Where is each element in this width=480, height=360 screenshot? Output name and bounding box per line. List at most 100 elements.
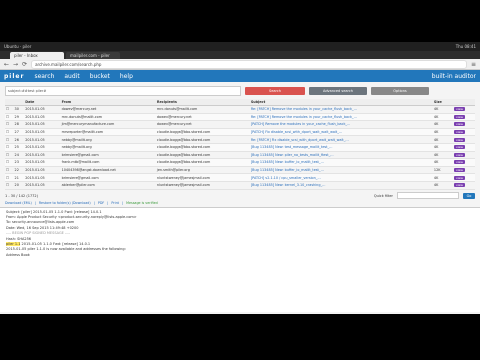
advanced-search-button[interactable]: Advanced search (309, 87, 367, 95)
view-button[interactable]: view (454, 107, 465, 112)
row-index: 28 (13, 120, 25, 129)
view-button[interactable]: view (454, 183, 465, 188)
table-row[interactable]: ☐ 28 2015.01.05 jim@mercurymanufacture.com d… (5, 120, 475, 129)
view-button[interactable]: view (454, 175, 465, 180)
row-from: ablerber@piler.com (60, 181, 156, 190)
row-recipients: dowev@mercury.net (155, 113, 250, 122)
row-subject[interactable]: [Bug 113485] New: buffer_io_mailit_test_… (249, 166, 433, 175)
table-row[interactable]: ☐ 29 2015.01.05 mrc.donuts@mailit.com dowev@… (5, 113, 475, 122)
table-row[interactable]: ☐ 24 2015.01.05 brimsiere@gmail.com cloudie.… (5, 151, 475, 160)
row-checkbox[interactable]: ☐ (5, 135, 14, 144)
row-date: 2015.01.05 (24, 120, 61, 129)
view-button[interactable]: view (454, 137, 465, 142)
tab-strip: piler - Inbox mailpiler.com - piler (0, 51, 480, 59)
row-view: view (453, 181, 475, 190)
msg-highlight: piler 1.1 (6, 241, 21, 246)
tab-mailpiler[interactable]: mailpiler.com - piler (66, 52, 120, 59)
search-input[interactable]: subject:##test piler# (5, 86, 241, 96)
restore-link[interactable]: Restore to folder(s) (Download) (39, 201, 91, 205)
row-view: view (453, 143, 475, 152)
quick-filter-input[interactable] (397, 192, 459, 200)
table-row[interactable]: ☐ 25 2015.01.05 rwbby@mailit.org cloudie.bog… (5, 143, 475, 152)
row-subject[interactable]: [PATCH] v2.1.10 / cpu_smaller_version_..… (249, 173, 433, 182)
row-from: jim@mercurymanufacture.com (60, 120, 156, 129)
row-view: view (453, 120, 475, 129)
row-recipients: nluntstweney@jamesjmail.com (155, 173, 250, 182)
view-button[interactable]: view (454, 122, 465, 127)
row-size: 4K (432, 105, 450, 114)
row-checkbox[interactable]: ☐ (5, 128, 14, 137)
forward-icon[interactable]: → (13, 61, 18, 68)
table-row[interactable]: ☐ 27 2015.01.05 mrsreporter@mailit.com cloud… (5, 128, 475, 137)
row-subject[interactable]: Re: [PATCH] Remove the modules in your_c… (249, 113, 433, 122)
view-button[interactable]: view (454, 152, 465, 157)
view-button[interactable]: view (454, 145, 465, 150)
row-from: mrc.donuts@mailit.com (60, 113, 156, 122)
table-row[interactable]: ☐ 22 2015.01.05 10404398@angst.download.net… (5, 166, 475, 175)
row-subject[interactable]: [Bug 113485] New: buffer_io_mailit_test_… (249, 158, 433, 167)
row-index: 20 (13, 181, 25, 190)
row-from: brimsiere@gmail.com (60, 173, 156, 182)
row-date: 2015.01.05 (24, 166, 61, 175)
row-checkbox[interactable]: ☐ (5, 181, 14, 190)
row-from: 10404398@angst.download.net (60, 166, 156, 175)
menu-icon[interactable]: ≡ (471, 61, 476, 68)
row-subject[interactable]: [PATCH] Remove the modules in your_cache… (249, 120, 433, 129)
row-subject[interactable]: [Bug 113485] New: kernel_3.10_crashing_.… (249, 181, 433, 190)
row-date: 2015.01.05 (24, 158, 61, 167)
row-checkbox[interactable]: ☐ (5, 158, 14, 167)
search-button[interactable]: Search (245, 87, 305, 95)
row-subject[interactable]: [PATCH] Fix disable_scsi_with_dport_wait… (249, 128, 433, 137)
row-index: 29 (13, 113, 25, 122)
row-date: 2015.01.05 (24, 135, 61, 144)
row-subject[interactable]: [Bug 113485] New: test_message_mailit_te… (249, 143, 433, 152)
row-index: 24 (13, 151, 25, 160)
nav-bucket[interactable]: bucket (90, 73, 110, 80)
row-subject[interactable]: Re: [PATCH] Fix disable_scsi_with_dport_… (249, 135, 433, 144)
address-input[interactable]: archive.mailpiler.com/search.php (31, 59, 467, 69)
nav-audit[interactable]: audit (64, 73, 79, 80)
row-subject[interactable]: [Bug 113485] New: piler_no_tests_mailit_… (249, 151, 433, 160)
table-row[interactable]: ☐ 21 2015.01.05 brimsiere@gmail.com nluntstw… (5, 173, 475, 182)
row-recipients: cloudie.boggs@bbo.stored.com (155, 151, 250, 160)
row-view: view (453, 105, 475, 114)
row-checkbox[interactable]: ☐ (5, 105, 14, 114)
row-view: view (453, 173, 475, 182)
row-view: view (453, 128, 475, 137)
back-icon[interactable]: ← (4, 61, 9, 68)
table-row[interactable]: ☐ 26 2015.01.05 rwbby@mailit.org cloudie.bog… (5, 135, 475, 144)
go-button[interactable]: Go (463, 192, 475, 199)
nav-help[interactable]: help (120, 73, 133, 80)
row-checkbox[interactable]: ☐ (5, 113, 14, 122)
row-checkbox[interactable]: ☐ (5, 143, 14, 152)
view-button[interactable]: view (454, 168, 465, 173)
msg-line3: Address Book (6, 252, 30, 257)
row-size: 4K (432, 113, 450, 122)
row-checkbox[interactable]: ☐ (5, 120, 14, 129)
tab-label: mailpiler.com - piler (70, 53, 110, 58)
url-bar: ← → ⟳ archive.mailpiler.com/search.php ≡ (0, 59, 480, 70)
row-view: view (453, 166, 475, 175)
table-row[interactable]: ☐ 30 2015.01.05 dowev@mercury.net mrc.donuts… (5, 105, 475, 114)
print-link[interactable]: Print (111, 201, 119, 205)
table-row[interactable]: ☐ 23 2015.01.05 frank.mtb@mailit.com cloudie… (5, 158, 475, 167)
row-checkbox[interactable]: ☐ (5, 166, 14, 175)
tab-piler[interactable]: piler - Inbox (10, 52, 64, 59)
user-menu[interactable]: built-in auditor (432, 73, 476, 80)
row-checkbox[interactable]: ☐ (5, 173, 14, 182)
reload-icon[interactable]: ⟳ (22, 61, 27, 68)
table-row[interactable]: ☐ 20 2015.01.05 ablerber@piler.com nluntstwe… (5, 181, 475, 190)
row-date: 2015.01.05 (24, 143, 61, 152)
row-size: 4K (432, 143, 450, 152)
view-button[interactable]: view (454, 130, 465, 135)
view-button[interactable]: view (454, 160, 465, 165)
row-date: 2015.01.05 (24, 151, 61, 160)
nav-search[interactable]: search (34, 73, 54, 80)
row-subject[interactable]: Re: [PATCH] Remove the modules in your_c… (249, 105, 433, 114)
download-eml-link[interactable]: Download (EML) (5, 201, 32, 205)
view-button[interactable]: view (454, 114, 465, 119)
row-checkbox[interactable]: ☐ (5, 151, 14, 160)
row-size: 4K (432, 120, 450, 129)
pdf-link[interactable]: PDF (98, 201, 104, 205)
options-button[interactable]: Options (371, 87, 429, 95)
